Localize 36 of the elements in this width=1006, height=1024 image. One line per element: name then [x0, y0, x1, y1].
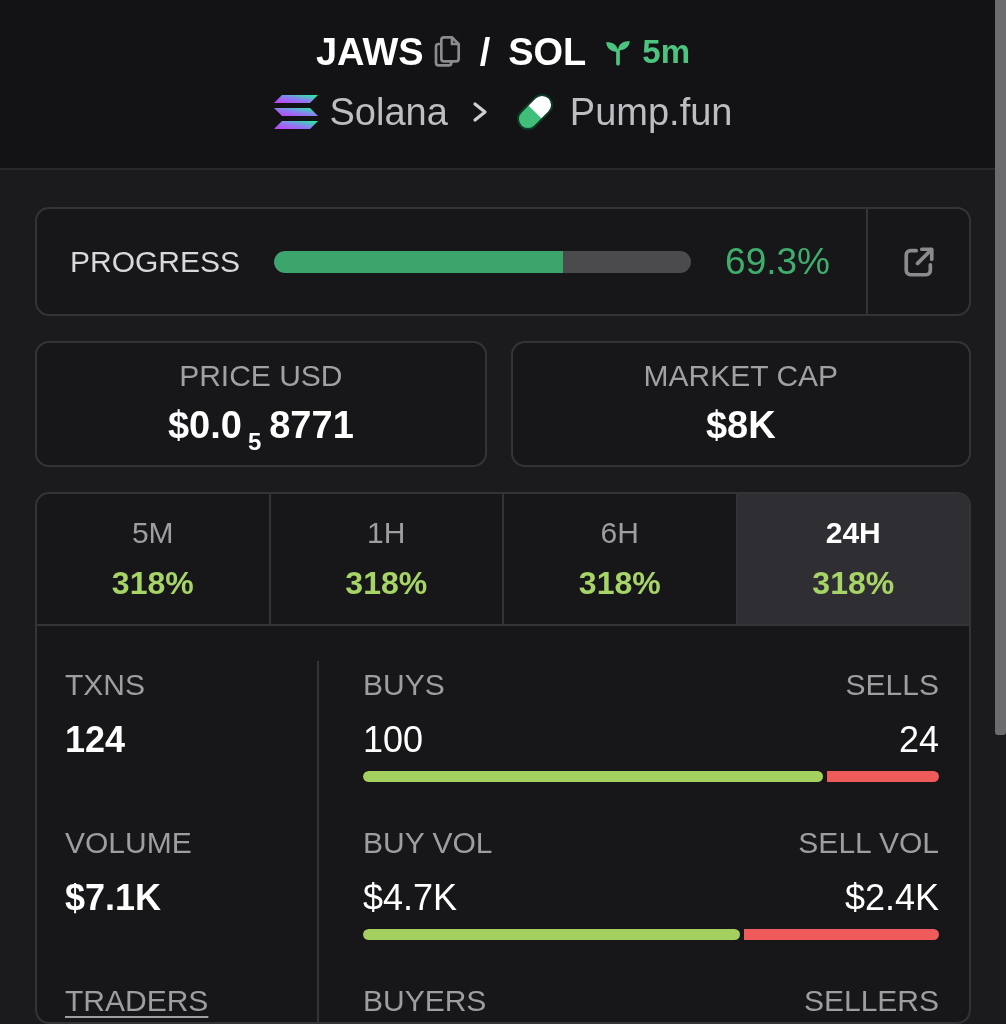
progress-label: PROGRESS [70, 244, 241, 280]
split-value: 100 [363, 718, 424, 762]
split-label: SELL VOL [798, 825, 939, 861]
metric-value: 124 [65, 718, 126, 762]
copy-icon[interactable] [433, 36, 462, 68]
timeframe-tab[interactable]: 1H 318% [270, 494, 504, 624]
metric-label: VOLUME [65, 825, 192, 861]
chain-name[interactable]: Solana [329, 83, 448, 141]
timeframe-tab[interactable]: 5M 318% [37, 494, 271, 624]
split-label: BUYS [363, 667, 445, 703]
timeframe-tab[interactable]: 24H 318% [737, 494, 969, 624]
chain-logo-icon [273, 95, 318, 129]
token-symbol: JAWS [315, 29, 424, 75]
metric-label: TXNS [65, 667, 145, 703]
quote-symbol: SOL [508, 29, 587, 75]
chevron-icon [471, 101, 488, 123]
stat-value: $8K [706, 403, 776, 448]
split-value: $2.4K [844, 876, 939, 920]
stat-label: MARKET CAP [643, 358, 839, 394]
external-link-icon[interactable] [901, 244, 936, 279]
stat-label: PRICE USD [179, 358, 343, 394]
scrollbar-thumb[interactable] [995, 0, 1006, 735]
metric-value: $7.1K [65, 876, 162, 920]
metric-link[interactable]: TRADERS [65, 983, 209, 1019]
sprout-icon [604, 38, 633, 66]
split-label: BUY VOL [363, 825, 493, 861]
pair-separator: / [479, 29, 491, 75]
split-value: 24 [898, 718, 939, 762]
progress-percent: 69.3% [725, 239, 830, 284]
split-value: $4.7K [363, 876, 458, 920]
stat-value: $0.0$_{5}$8771 [167, 403, 354, 450]
split-label: SELLERS [803, 983, 939, 1019]
split-label: BUYERS [363, 983, 487, 1019]
dex-name[interactable]: Pump.fun [569, 83, 733, 141]
split-label: SELLS [845, 667, 939, 703]
pair-age: 5m [642, 32, 691, 73]
